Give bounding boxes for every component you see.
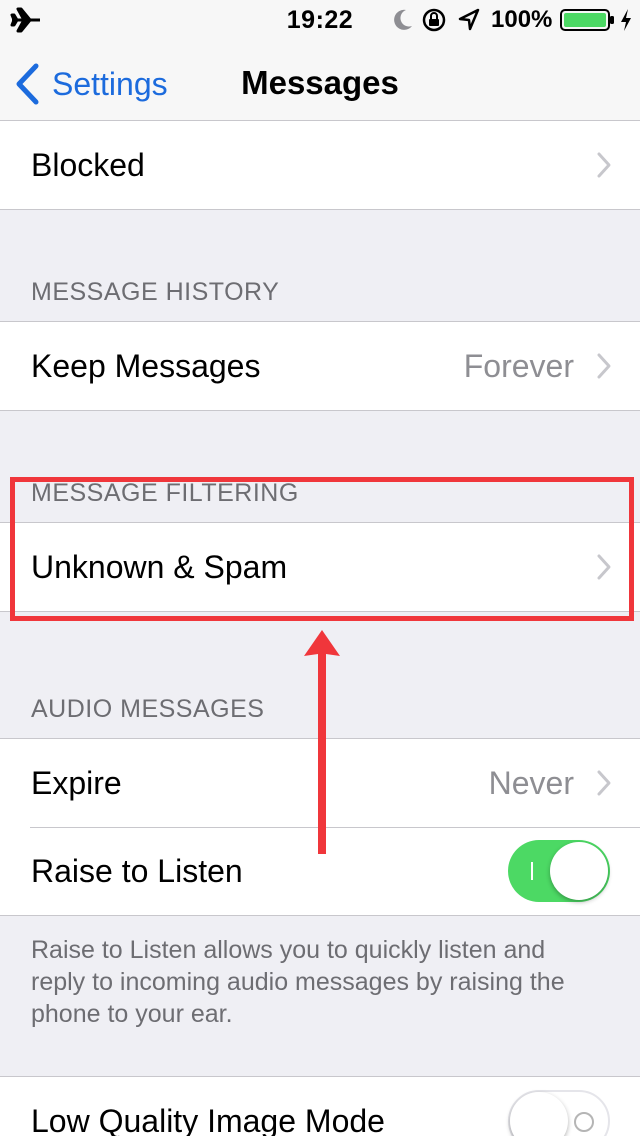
audio-messages-header: AUDIO MESSAGES — [31, 695, 265, 723]
battery-percentage: 100% — [491, 6, 553, 33]
message-history-header: MESSAGE HISTORY — [31, 278, 280, 306]
battery-icon — [560, 9, 614, 31]
chevron-right-icon — [597, 770, 611, 796]
blocked-group: Blocked — [0, 120, 640, 210]
keep-messages-label: Keep Messages — [31, 347, 261, 384]
toggle-knob — [510, 1092, 568, 1136]
message-history-group: Keep Messages Forever — [0, 321, 640, 411]
location-icon — [458, 8, 480, 31]
blocked-row[interactable]: Blocked — [0, 121, 640, 209]
charging-icon — [621, 9, 631, 31]
annotation-highlight-box — [10, 477, 634, 621]
annotation-arrow-icon — [304, 630, 340, 854]
blocked-label: Blocked — [31, 146, 145, 183]
moon-icon — [394, 9, 412, 30]
raise-to-listen-label: Raise to Listen — [31, 852, 243, 889]
page-title: Messages — [241, 64, 399, 101]
expire-label: Expire — [31, 764, 122, 801]
keep-messages-value: Forever — [463, 347, 574, 384]
low-quality-group: Low Quality Image Mode — [0, 1076, 640, 1136]
raise-to-listen-toggle[interactable] — [508, 840, 610, 902]
orientation-lock-icon — [422, 8, 446, 32]
toggle-off-indicator — [574, 1112, 594, 1132]
low-quality-label: Low Quality Image Mode — [31, 1102, 385, 1136]
raise-to-listen-description: Raise to Listen allows you to quickly li… — [31, 936, 565, 1028]
toggle-on-indicator — [531, 862, 533, 880]
toggle-knob — [550, 842, 608, 900]
chevron-right-icon — [597, 353, 611, 379]
keep-messages-row[interactable]: Keep Messages Forever — [0, 322, 640, 410]
chevron-right-icon — [597, 152, 611, 178]
expire-value: Never — [488, 764, 574, 801]
low-quality-toggle[interactable] — [508, 1090, 610, 1136]
low-quality-row: Low Quality Image Mode — [0, 1077, 640, 1136]
